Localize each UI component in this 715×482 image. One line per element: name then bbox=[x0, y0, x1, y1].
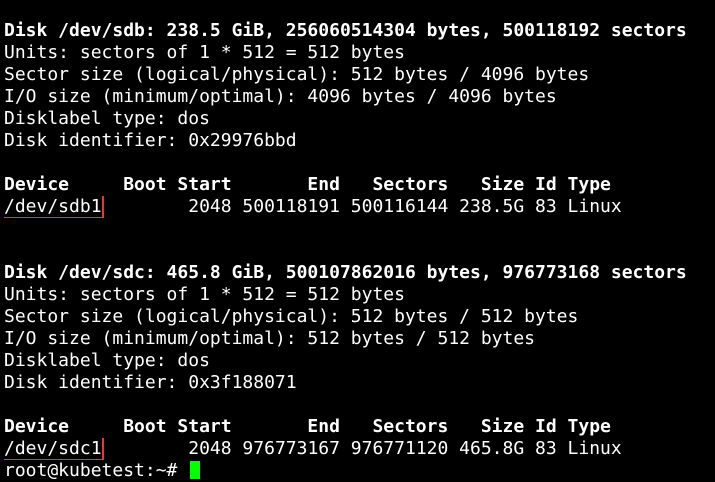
sdc-partition-row: /dev/sdc1 2048 976773167 976771120 465.8… bbox=[4, 438, 712, 460]
sdc1-partition-details: 2048 976773167 976771120 465.8G 83 Linux bbox=[101, 438, 622, 459]
disk-sdb-units: Units: sectors of 1 * 512 = 512 bytes bbox=[4, 42, 405, 63]
terminal-output[interactable]: Disk /dev/sdb: 238.5 GiB, 256060514304 b… bbox=[4, 20, 712, 482]
disk-sdb-identifier: Disk identifier: 0x29976bbd bbox=[4, 130, 297, 151]
disk-sdc-io-size: I/O size (minimum/optimal): 512 bytes / … bbox=[4, 328, 536, 349]
device-sdb1-highlight: /dev/sdb1 bbox=[4, 196, 104, 218]
shell-prompt: root@kubetest:~# bbox=[4, 460, 189, 481]
disk-sdb-io-size: I/O size (minimum/optimal): 4096 bytes /… bbox=[4, 86, 557, 107]
disk-sdc-identifier: Disk identifier: 0x3f188071 bbox=[4, 372, 297, 393]
shell-prompt-line[interactable]: root@kubetest:~# bbox=[4, 460, 712, 482]
disk-sdb-label-type: Disklabel type: dos bbox=[4, 108, 210, 129]
terminal-cursor bbox=[190, 461, 201, 479]
disk-sdc-label-type: Disklabel type: dos bbox=[4, 350, 210, 371]
sdb-partition-table-header: Device Boot Start End Sectors Size Id Ty… bbox=[4, 174, 611, 195]
disk-sdc-units: Units: sectors of 1 * 512 = 512 bytes bbox=[4, 284, 405, 305]
sdc-partition-table-header: Device Boot Start End Sectors Size Id Ty… bbox=[4, 416, 611, 437]
disk-sdc-sector-size: Sector size (logical/physical): 512 byte… bbox=[4, 306, 579, 327]
disk-sdc-header: Disk /dev/sdc: 465.8 GiB, 500107862016 b… bbox=[4, 262, 687, 283]
disk-sdb-sector-size: Sector size (logical/physical): 512 byte… bbox=[4, 64, 590, 85]
sdb-partition-row: /dev/sdb1 2048 500118191 500116144 238.5… bbox=[4, 196, 712, 218]
sdb1-partition-details: 2048 500118191 500116144 238.5G 83 Linux bbox=[101, 196, 622, 217]
disk-sdb-header: Disk /dev/sdb: 238.5 GiB, 256060514304 b… bbox=[4, 20, 687, 41]
device-sdc1-highlight: /dev/sdc1 bbox=[4, 438, 104, 460]
